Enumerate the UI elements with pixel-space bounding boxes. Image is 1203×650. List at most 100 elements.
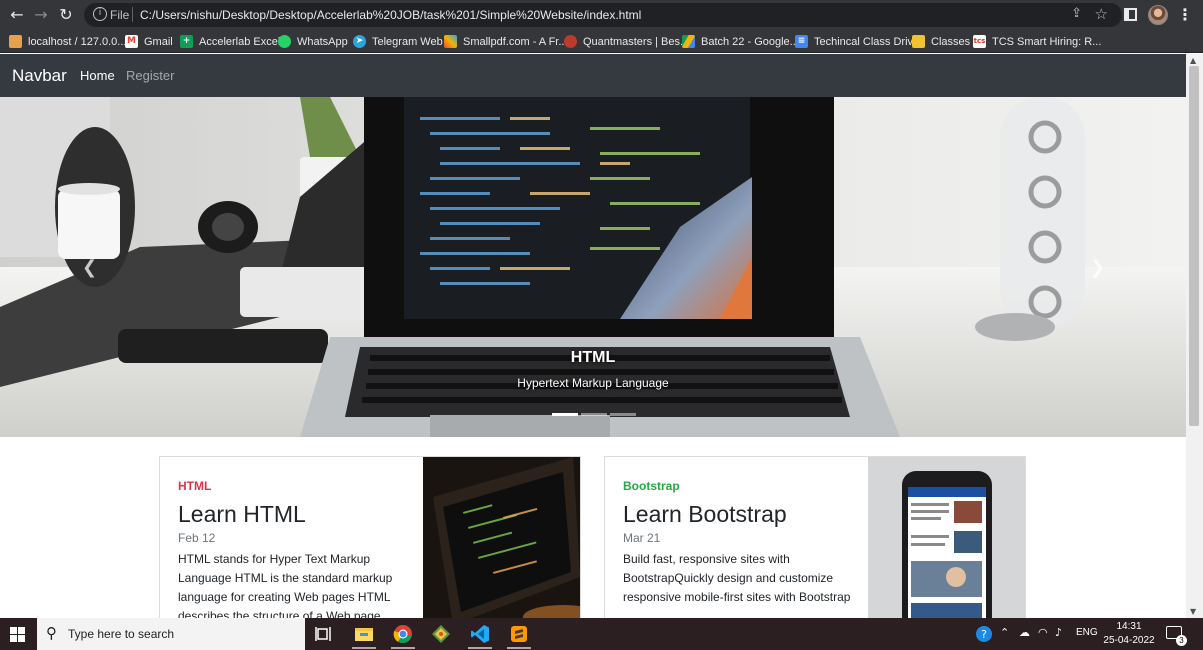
bookmark-star-icon[interactable]: ☆ [1095, 5, 1108, 23]
bookmark-item[interactable]: Batch 22 - Google... [682, 33, 799, 50]
carousel-indicator[interactable] [552, 413, 578, 416]
bookmark-item[interactable]: Smallpdf.com - A Fr... [444, 33, 568, 50]
search-placeholder: Type here to search [68, 627, 175, 641]
card-html: HTML Learn HTML Feb 12 HTML stands for H… [159, 456, 581, 624]
reload-icon[interactable]: ↻ [57, 6, 75, 24]
telegram-icon: ➤ [353, 35, 366, 48]
carousel-indicator[interactable] [610, 413, 636, 416]
card-text: Build fast, responsive sites with Bootst… [623, 552, 851, 604]
language-indicator[interactable]: ENG [1076, 627, 1098, 638]
browser-toolbar: ← → ↻ i File C:/Users/nishu/Desktop/Desk… [0, 0, 1203, 30]
bookmark-item[interactable]: M Gmail [125, 33, 173, 50]
profile-avatar[interactable] [1148, 5, 1168, 25]
bookmark-item[interactable]: Quantmasters | Bes... [564, 33, 689, 50]
quantmasters-icon [564, 35, 577, 48]
whatsapp-icon [278, 35, 291, 48]
card-image [868, 457, 1025, 623]
active-app-indicator [352, 647, 376, 649]
active-app-indicator [391, 647, 415, 649]
sublime-text-icon[interactable] [509, 624, 529, 644]
bookmark-item[interactable]: ≡ Techincal Class Drive [795, 33, 919, 50]
carousel-prev-icon[interactable]: ❮ [82, 257, 97, 278]
info-icon[interactable]: i [93, 7, 107, 21]
bookmark-label: localhost / 127.0.0.... [28, 35, 130, 48]
bookmark-label: Quantmasters | Bes... [583, 35, 690, 48]
card-date: Feb 12 [178, 531, 216, 545]
forward-arrow-icon[interactable]: → [32, 6, 50, 24]
drive-icon [682, 35, 695, 48]
task-view-icon[interactable] [314, 624, 334, 644]
cloud-icon[interactable]: ☁ [1019, 626, 1030, 639]
scroll-down-icon[interactable]: ▼ [1190, 607, 1196, 616]
notification-badge: 3 [1176, 635, 1187, 646]
bookmark-item[interactable]: localhost / 127.0.0.... [9, 33, 130, 50]
svg-text:?: ? [981, 628, 987, 641]
navbar-brand[interactable]: Navbar [12, 66, 67, 86]
bookmark-label: Batch 22 - Google... [701, 35, 799, 48]
card-image [423, 457, 580, 623]
gmail-icon: M [125, 35, 138, 48]
back-arrow-icon[interactable]: ← [8, 6, 26, 24]
bookmark-item[interactable]: Classes [912, 33, 970, 50]
bookmark-label: WhatsApp [297, 35, 348, 48]
site-navbar: Navbar Home Register [0, 54, 1186, 97]
classroom-icon [912, 35, 925, 48]
bookmark-item[interactable]: + Accelerlab Excel [180, 33, 280, 50]
bookmark-label: Classes [931, 35, 971, 48]
card-category: Bootstrap [623, 479, 680, 493]
address-bar[interactable]: i File C:/Users/nishu/Desktop/Desktop/Ac… [84, 3, 1122, 27]
phpmyadmin-icon [9, 35, 22, 48]
wifi-icon[interactable]: ◠ [1038, 626, 1048, 639]
bookmark-label: TCS Smart Hiring: R... [992, 35, 1102, 48]
card-title: Learn Bootstrap [623, 501, 787, 527]
carousel-caption-title: HTML [570, 349, 616, 366]
chevron-up-icon[interactable]: ⌃ [1000, 626, 1009, 639]
more-menu-icon[interactable]: ⋮ [1177, 6, 1193, 24]
active-app-indicator [507, 647, 531, 649]
bookmarks-bar: localhost / 127.0.0.... M Gmail + Accele… [0, 30, 1203, 53]
divider [132, 7, 133, 22]
bookmark-label: Techincal Class Drive [814, 35, 920, 48]
card-title: Learn HTML [178, 501, 306, 527]
carousel-indicator[interactable] [581, 413, 607, 416]
volume-icon[interactable]: ♪ [1055, 626, 1062, 639]
bookmark-item[interactable]: ➤ Telegram Web [353, 33, 443, 50]
card-bootstrap: Bootstrap Learn Bootstrap Mar 21 Build f… [604, 456, 1026, 624]
card-date: Mar 21 [623, 531, 661, 545]
url-text[interactable]: C:/Users/nishu/Desktop/Desktop/Accelerla… [140, 8, 641, 22]
scroll-up-icon[interactable]: ▲ [1190, 56, 1196, 65]
nav-link-home[interactable]: Home [80, 68, 115, 83]
vscode-icon[interactable] [470, 624, 490, 644]
scroll-thumb[interactable] [1189, 66, 1199, 426]
bookmark-item[interactable]: tcs TCS Smart Hiring: R... [973, 33, 1101, 50]
bookmark-label: Telegram Web [372, 35, 443, 48]
side-panel-icon[interactable] [1124, 8, 1137, 21]
hero-carousel: ❮ ❯ HTML Hypertext Markup Language [0, 97, 1186, 437]
active-app-indicator [468, 647, 492, 649]
page-scrollbar[interactable]: ▲ ▼ [1186, 54, 1203, 618]
carousel-next-icon[interactable]: ❯ [1090, 257, 1105, 278]
taskbar-search[interactable]: ⚲ Type here to search [37, 618, 305, 650]
git-icon[interactable] [431, 624, 451, 644]
smallpdf-icon [444, 35, 457, 48]
chrome-icon[interactable] [393, 624, 413, 644]
windows-start-icon[interactable] [10, 627, 25, 642]
file-explorer-icon[interactable] [354, 624, 374, 644]
bookmark-label: Gmail [144, 35, 173, 48]
help-icon[interactable]: ? [975, 625, 993, 643]
search-icon: ⚲ [46, 624, 57, 642]
share-icon[interactable]: ⇪ [1071, 6, 1082, 21]
card-category: HTML [178, 479, 212, 493]
card-text: HTML stands for Hyper Text Markup Langua… [178, 552, 393, 623]
carousel-caption-text: Hypertext Markup Language [517, 376, 669, 390]
clock-date[interactable]: 25-04-2022 [1100, 635, 1158, 646]
docs-icon: ≡ [795, 35, 808, 48]
bookmark-label: Accelerlab Excel [199, 35, 281, 48]
nav-link-register[interactable]: Register [126, 68, 174, 83]
tcs-icon: tcs [973, 35, 986, 48]
scheme-label: File [110, 8, 130, 22]
bookmark-item[interactable]: WhatsApp [278, 33, 348, 50]
windows-taskbar: ⚲ Type here to search ? ⌃ ☁ ◠ ♪ ENG 14:3… [0, 618, 1203, 650]
clock-time[interactable]: 14:31 [1100, 621, 1158, 632]
bookmark-label: Smallpdf.com - A Fr... [463, 35, 568, 48]
